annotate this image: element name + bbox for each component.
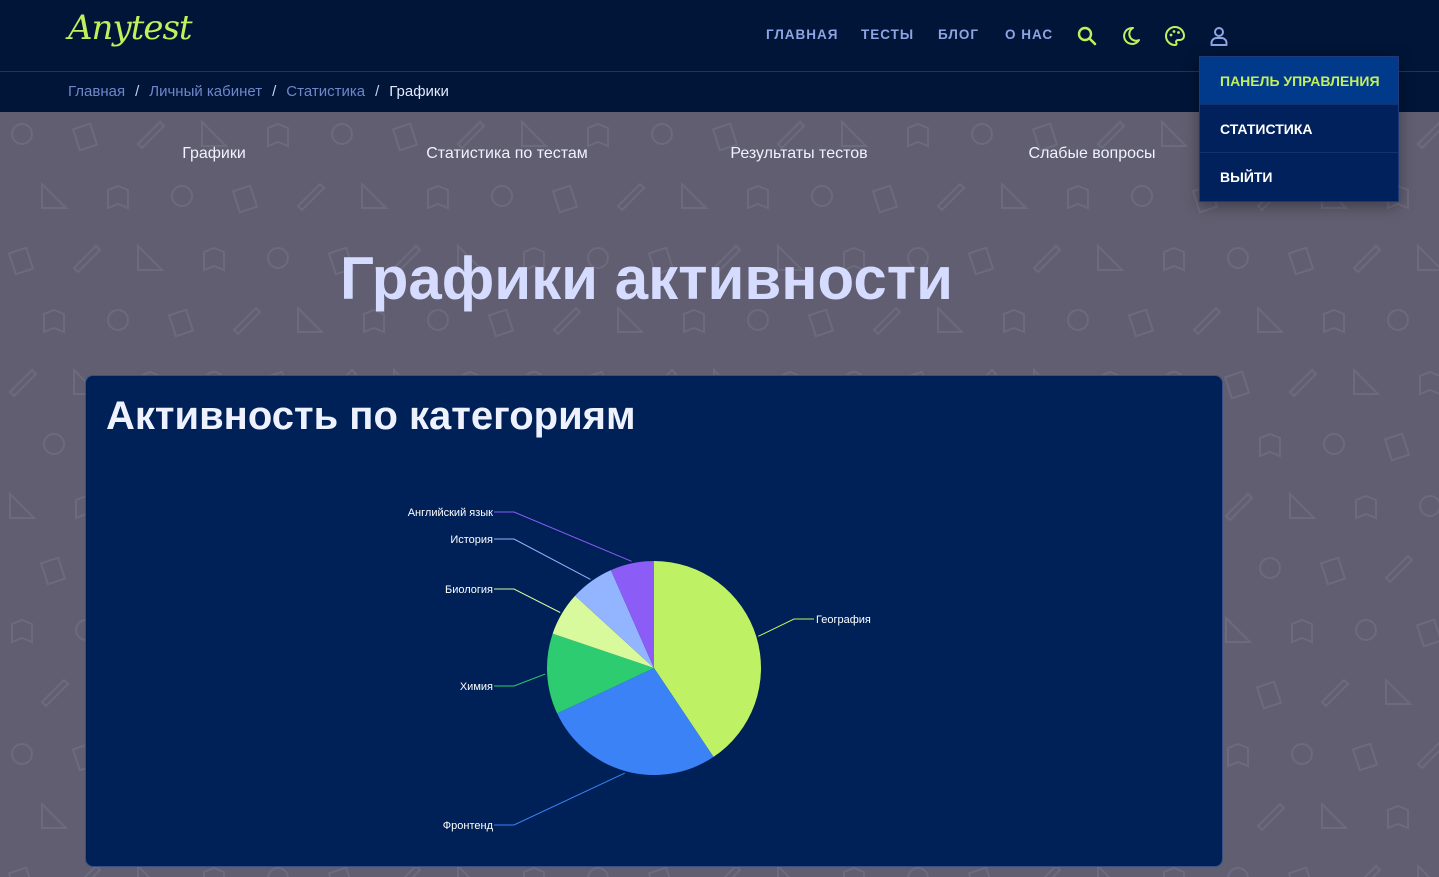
breadcrumb-link-account[interactable]: Личный кабинет bbox=[149, 83, 262, 100]
breadcrumb-link-statistics[interactable]: Статистика bbox=[286, 83, 365, 100]
pie-label-leader bbox=[758, 618, 814, 637]
pie-slice-label: Химия bbox=[460, 681, 493, 693]
breadcrumb-current: Графики bbox=[389, 83, 449, 100]
menu-item-logout[interactable]: ВЫЙТИ bbox=[1200, 153, 1398, 201]
breadcrumb-separator: / bbox=[272, 83, 277, 100]
moon-icon[interactable] bbox=[1119, 24, 1143, 48]
search-icon[interactable] bbox=[1075, 24, 1099, 48]
chart-card: Активность по категориям География Фронте… bbox=[85, 375, 1223, 867]
tab-weak-questions[interactable]: Слабые вопросы bbox=[1029, 145, 1156, 163]
pie-chart: География Фронтенд Химия Биология История Анг… bbox=[408, 507, 871, 832]
pie-slice-label: Фронтенд bbox=[443, 820, 494, 832]
pie-label-leader bbox=[494, 511, 632, 562]
nav-link-blog[interactable]: БЛОГ bbox=[938, 27, 979, 42]
menu-item-statistics[interactable]: СТАТИСТИКА bbox=[1200, 105, 1398, 153]
nav-link-home[interactable]: ГЛАВНАЯ bbox=[766, 27, 839, 42]
breadcrumb-separator: / bbox=[375, 83, 380, 100]
pie-slice-label: Биология bbox=[445, 584, 493, 596]
user-icon[interactable] bbox=[1207, 24, 1231, 48]
pie-label-leader bbox=[494, 772, 626, 826]
nav-link-tests[interactable]: ТЕСТЫ bbox=[861, 27, 914, 42]
palette-icon[interactable] bbox=[1163, 24, 1187, 48]
pie-slice-label: География bbox=[816, 614, 871, 626]
pie-label-leader bbox=[494, 538, 591, 580]
nav-link-about[interactable]: О НАС bbox=[1005, 27, 1053, 42]
tab-charts[interactable]: Графики bbox=[182, 145, 246, 163]
pie-slice-label: Английский язык bbox=[408, 507, 493, 519]
user-menu-dropdown: ПАНЕЛЬ УПРАВЛЕНИЯ СТАТИСТИКА ВЫЙТИ bbox=[1199, 56, 1399, 202]
menu-item-dashboard[interactable]: ПАНЕЛЬ УПРАВЛЕНИЯ bbox=[1200, 57, 1398, 105]
pie-label-leader bbox=[494, 588, 561, 613]
breadcrumb-link-home[interactable]: Главная bbox=[68, 83, 125, 100]
tab-test-statistics[interactable]: Статистика по тестам bbox=[426, 145, 588, 163]
pie-slice-label: История bbox=[450, 534, 493, 546]
breadcrumb: Главная / Личный кабинет / Статистика / … bbox=[68, 83, 449, 100]
pie-label-leader bbox=[494, 673, 546, 687]
tab-test-results[interactable]: Результаты тестов bbox=[730, 145, 867, 163]
page-title: Графики активности bbox=[340, 245, 954, 312]
site-logo[interactable]: Anytest bbox=[68, 8, 193, 48]
breadcrumb-separator: / bbox=[135, 83, 140, 100]
